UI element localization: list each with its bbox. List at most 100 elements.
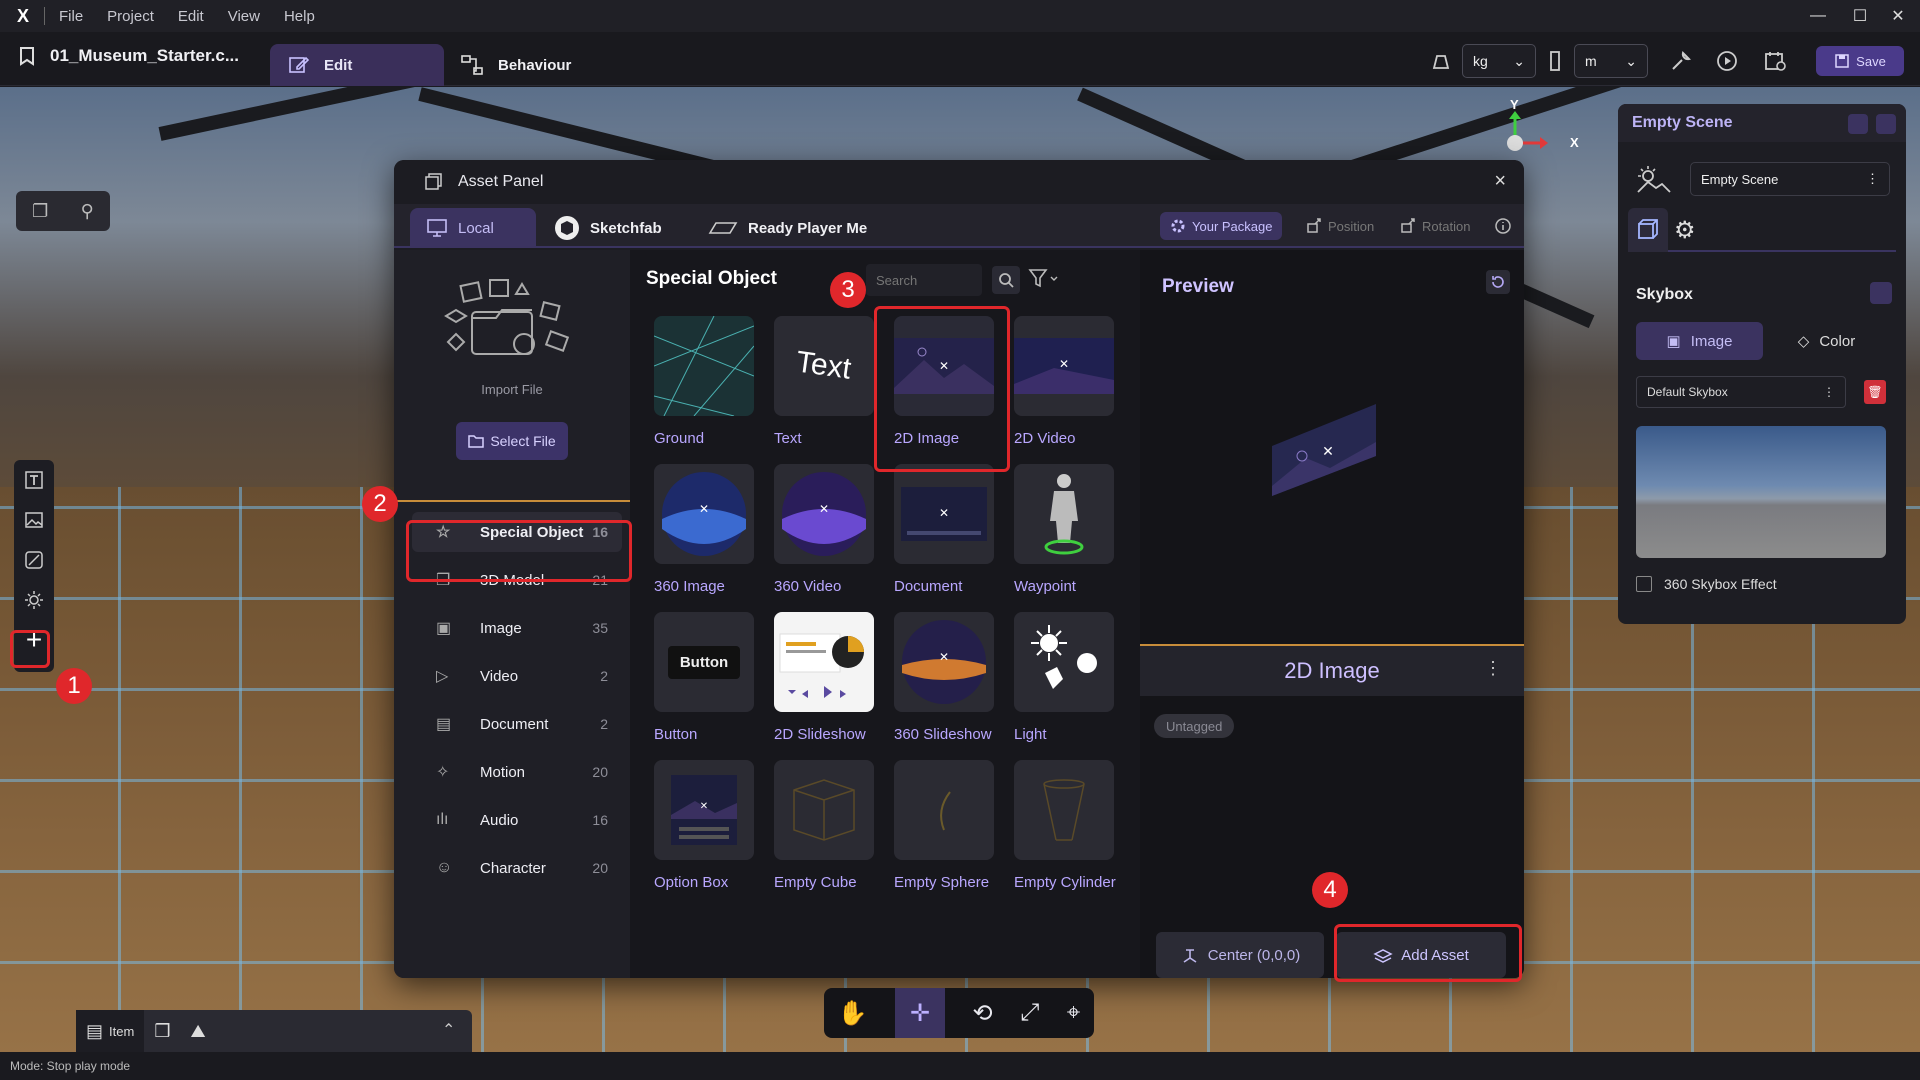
- scene-select[interactable]: Empty Scene ⋮: [1690, 162, 1890, 196]
- category-video[interactable]: ▷ Video 2: [412, 656, 622, 696]
- asset-tile-360-slideshow[interactable]: ✕ 360 Slideshow: [888, 612, 998, 743]
- menu-help[interactable]: Help: [284, 8, 315, 25]
- svg-text:✕: ✕: [939, 650, 949, 664]
- tile-label: Text: [774, 430, 802, 447]
- rotation-toggle[interactable]: Rotation: [1390, 212, 1480, 240]
- category-count: 20: [592, 764, 608, 780]
- category-3d-model[interactable]: ❒ 3D Model 21: [412, 560, 622, 600]
- svg-text:✕: ✕: [819, 502, 829, 516]
- character-icon: ☺: [436, 859, 453, 876]
- menu-edit[interactable]: Edit: [178, 8, 204, 25]
- import-area[interactable]: Import File Select File: [394, 250, 630, 500]
- wrench-icon[interactable]: [1666, 46, 1696, 76]
- tab-local[interactable]: Local: [410, 208, 536, 248]
- search-input[interactable]: [866, 264, 982, 296]
- tab-environment-view[interactable]: ⛰: [180, 1010, 215, 1052]
- category-image[interactable]: ▣ Image 35: [412, 608, 622, 648]
- center-button[interactable]: Center (0,0,0): [1156, 932, 1324, 978]
- menu-view[interactable]: View: [228, 8, 260, 25]
- publish-icon[interactable]: [1760, 46, 1790, 76]
- asset-tile-text[interactable]: Text Text: [768, 316, 878, 447]
- checkbox-box[interactable]: [1636, 576, 1652, 592]
- menu-file[interactable]: File: [59, 8, 83, 25]
- menu-project[interactable]: Project: [107, 8, 154, 25]
- asset-tile-360-video[interactable]: ✕ 360 Video: [768, 464, 878, 595]
- skybox-image-option[interactable]: ▣ Image: [1636, 322, 1763, 360]
- skybox-asset-select[interactable]: Default Skybox ⋮: [1636, 376, 1846, 408]
- asset-tile-empty-cube[interactable]: Empty Cube: [768, 760, 878, 891]
- category-special-object[interactable]: ☆ Special Object 16: [412, 512, 622, 552]
- close-icon[interactable]: ×: [1494, 170, 1506, 193]
- category-character[interactable]: ☺ Character 20: [412, 848, 622, 888]
- trash-icon[interactable]: 🗑: [1864, 380, 1886, 404]
- asset-tile-light[interactable]: Light: [1008, 612, 1118, 743]
- tile-label: 360 Slideshow: [894, 726, 992, 743]
- play-icon[interactable]: [1712, 46, 1742, 76]
- skybox-color-option[interactable]: ◇ Color: [1763, 322, 1890, 360]
- select-file-button[interactable]: Select File: [456, 422, 568, 460]
- move-arrows-icon[interactable]: ✛: [895, 988, 946, 1038]
- scene-panel-title: Empty Scene: [1632, 114, 1733, 131]
- asset-tile-2d-slideshow[interactable]: 2D Slideshow: [768, 612, 878, 743]
- add-object-icon[interactable]: +: [14, 620, 54, 660]
- media-tool-icon[interactable]: [14, 540, 54, 580]
- asset-tile-empty-sphere[interactable]: Empty Sphere: [888, 760, 998, 891]
- length-unit-select[interactable]: m ⌄: [1574, 44, 1648, 78]
- link-icon[interactable]: ⚲: [81, 201, 94, 222]
- tab-edit[interactable]: Edit: [270, 44, 444, 86]
- asset-tile-empty-cylinder[interactable]: Empty Cylinder: [1008, 760, 1118, 891]
- minimize-button[interactable]: —: [1796, 0, 1840, 32]
- asset-tile-waypoint[interactable]: Waypoint: [1008, 464, 1118, 595]
- asset-tile-360-image[interactable]: ✕ 360 Image: [648, 464, 758, 595]
- tab-settings-gear-icon[interactable]: ⚙: [1674, 216, 1696, 245]
- tab-behaviour[interactable]: Behaviour: [460, 46, 571, 84]
- add-asset-button[interactable]: Add Asset: [1336, 932, 1506, 978]
- more-options-icon[interactable]: ⋮: [1484, 658, 1502, 679]
- skybox-reset-icon[interactable]: [1870, 282, 1892, 304]
- asset-tile-button[interactable]: Button Button: [648, 612, 758, 743]
- 360-slideshow-thumbnail: ✕: [894, 612, 994, 712]
- close-window-button[interactable]: ✕: [1876, 0, 1920, 32]
- asset-tile-ground[interactable]: Ground: [648, 316, 758, 447]
- category-motion[interactable]: ✧ Motion 20: [412, 752, 622, 792]
- refresh-icon[interactable]: [1876, 114, 1896, 134]
- light-tool-icon[interactable]: [14, 580, 54, 620]
- tab-environment[interactable]: [1628, 208, 1668, 252]
- category-audio[interactable]: ılı Audio 16: [412, 800, 622, 840]
- edit-pencil-icon[interactable]: [1848, 114, 1868, 134]
- tile-label: Button: [654, 726, 698, 743]
- tab-sketchfab[interactable]: Sketchfab: [554, 208, 662, 248]
- asset-tile-2d-video[interactable]: ✕ 2D Video: [1008, 316, 1118, 447]
- ruler-icon[interactable]: [1540, 46, 1570, 76]
- cube-view-icon[interactable]: ❐: [32, 201, 48, 222]
- image-tool-icon[interactable]: [14, 500, 54, 540]
- tag-badge[interactable]: Untagged: [1154, 714, 1235, 738]
- asset-tile-option-box[interactable]: ✕ Option Box: [648, 760, 758, 891]
- skybox-effect-checkbox[interactable]: 360 Skybox Effect: [1636, 576, 1777, 592]
- category-document[interactable]: ▤ Document 2: [412, 704, 622, 744]
- filter-icon[interactable]: [1028, 268, 1058, 291]
- tab-cube-view[interactable]: ❒: [144, 1010, 180, 1052]
- 2d-video-thumbnail: ✕: [1014, 316, 1114, 416]
- gravity-icon[interactable]: [1426, 46, 1456, 76]
- reset-view-icon[interactable]: [1486, 270, 1510, 294]
- tile-label: 360 Image: [654, 578, 725, 595]
- hand-pan-icon[interactable]: ✋: [838, 999, 868, 1028]
- transform-all-icon[interactable]: ⌖: [1067, 999, 1081, 1027]
- position-toggle[interactable]: Position: [1296, 212, 1384, 240]
- svg-text:✕: ✕: [939, 359, 949, 373]
- your-package-button[interactable]: Your Package: [1160, 212, 1283, 240]
- mass-unit-select[interactable]: kg ⌄: [1462, 44, 1536, 78]
- menu-separator: [44, 7, 45, 25]
- scale-icon[interactable]: ⤢: [1020, 999, 1039, 1027]
- asset-tile-2d-image[interactable]: ✕ 2D Image: [888, 316, 998, 447]
- chevron-up-icon[interactable]: ⌃: [442, 1020, 455, 1040]
- save-button[interactable]: Save: [1816, 46, 1904, 76]
- text-tool-icon[interactable]: [14, 460, 54, 500]
- asset-tile-document[interactable]: ✕ Document: [888, 464, 998, 595]
- search-icon[interactable]: [992, 266, 1020, 294]
- rotate-icon[interactable]: ⟲: [973, 999, 993, 1028]
- info-icon[interactable]: [1484, 212, 1522, 240]
- tab-ready-player-me[interactable]: Ready Player Me: [708, 208, 867, 248]
- tab-item[interactable]: ▤ Item: [76, 1010, 145, 1052]
